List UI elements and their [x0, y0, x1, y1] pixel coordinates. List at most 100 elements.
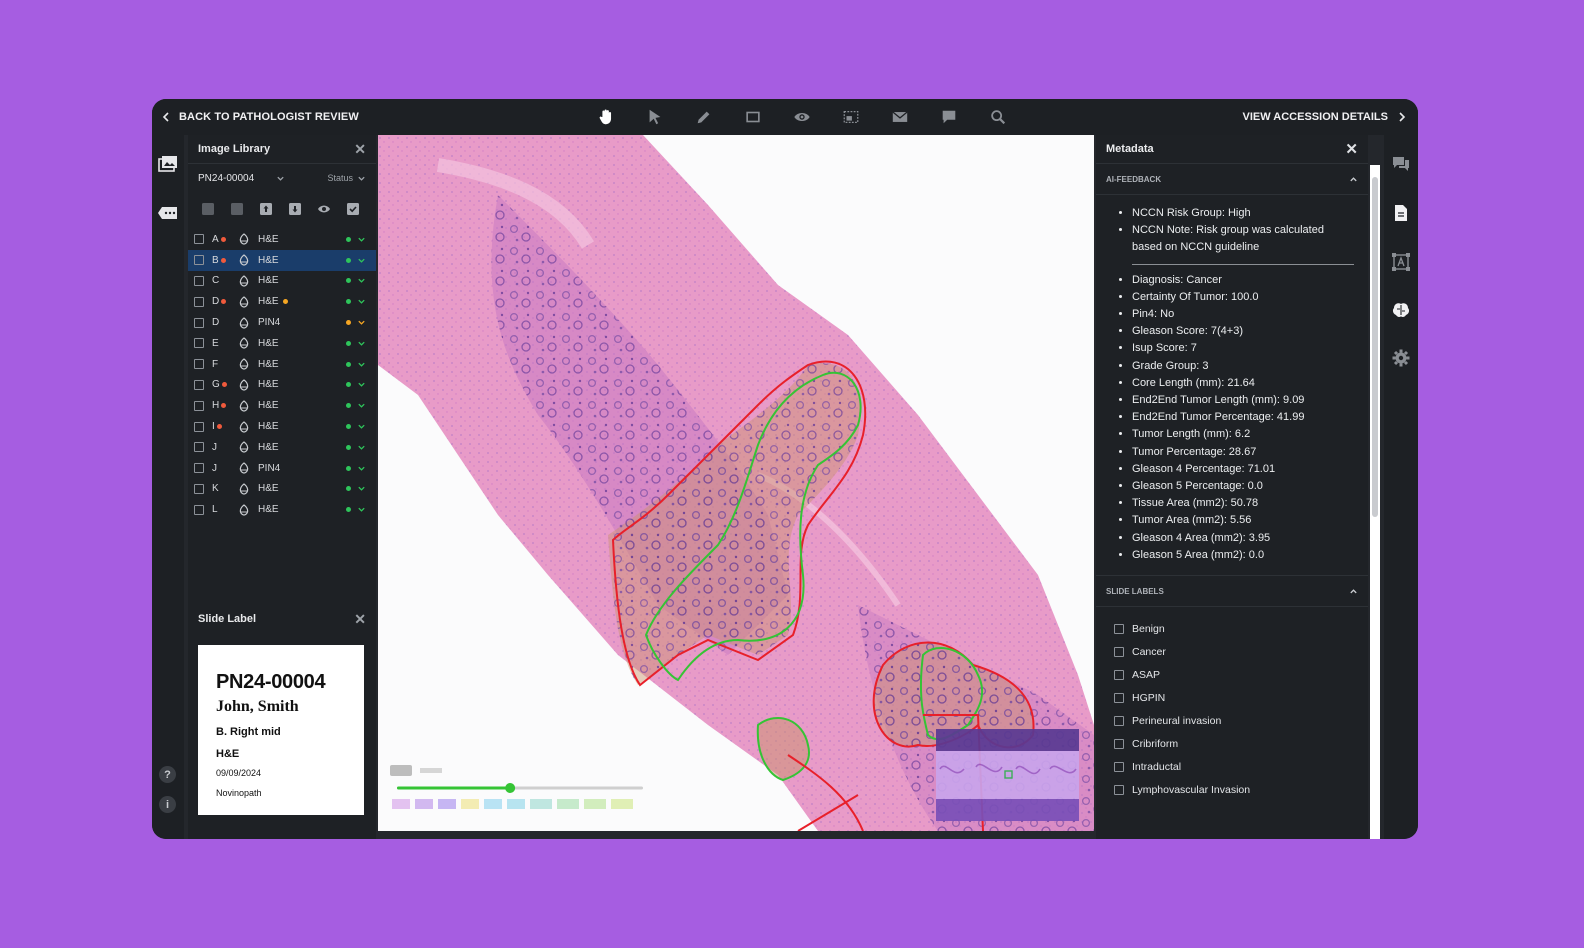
settings-toggle[interactable] [1390, 347, 1412, 369]
label-checkbox[interactable] [1114, 623, 1124, 634]
row-status[interactable] [346, 443, 366, 452]
info-button[interactable]: i [159, 796, 176, 813]
download-button[interactable] [287, 201, 303, 217]
metadata-toggle[interactable] [1390, 202, 1412, 224]
label-checkbox[interactable] [1114, 715, 1124, 726]
minimap[interactable] [936, 729, 1079, 821]
annotation-toggle[interactable] [1390, 251, 1412, 273]
row-checkbox[interactable] [194, 442, 204, 453]
row-checkbox[interactable] [194, 483, 204, 494]
row-checkbox[interactable] [194, 275, 204, 286]
comments-toggle[interactable] [1390, 153, 1412, 175]
slide-row[interactable]: D PIN4 [188, 312, 376, 333]
zoom-preset[interactable] [611, 799, 633, 809]
slide-label-option[interactable]: Benign [1114, 617, 1368, 640]
row-checkbox[interactable] [194, 421, 204, 432]
ai-feedback-section-header[interactable]: AI-FEEDBACK [1096, 164, 1368, 195]
region-tool[interactable] [837, 104, 864, 131]
slide-viewer[interactable] [378, 135, 1094, 831]
close-icon[interactable]: ✕ [354, 611, 366, 628]
slide-row[interactable]: J PIN4 [188, 458, 376, 479]
slide-label-option[interactable]: Cancer [1114, 640, 1368, 663]
row-status[interactable] [346, 401, 366, 410]
slide-label-option[interactable]: Intraductal [1114, 755, 1368, 778]
slide-labels-section-header[interactable]: SLIDE LABELS [1096, 575, 1368, 608]
row-status[interactable] [346, 339, 366, 348]
slide-row[interactable]: E H&E [188, 333, 376, 354]
zoom-preset[interactable] [484, 799, 502, 809]
zoom-preset[interactable] [507, 799, 525, 809]
slide-row[interactable]: C H&E [188, 271, 376, 292]
zoom-preset[interactable] [392, 799, 410, 809]
row-status[interactable] [346, 505, 366, 514]
slide-label-option[interactable]: Perineural invasion [1114, 709, 1368, 732]
row-checkbox[interactable] [194, 463, 204, 474]
help-button[interactable]: ? [159, 766, 176, 783]
row-status[interactable] [346, 422, 366, 431]
label-checkbox[interactable] [1114, 669, 1124, 680]
label-checkbox[interactable] [1114, 784, 1124, 795]
zoom-search-tool[interactable] [984, 104, 1011, 131]
expand-all-button[interactable] [229, 201, 245, 217]
scrollbar-thumb[interactable] [1372, 177, 1378, 517]
label-checkbox[interactable] [1114, 692, 1124, 703]
collapse-all-button[interactable] [200, 201, 216, 217]
slide-row[interactable]: L H&E [188, 499, 376, 520]
zoom-preset[interactable] [584, 799, 606, 809]
slide-row[interactable]: H H&E [188, 395, 376, 416]
select-all-button[interactable] [345, 201, 361, 217]
mail-tool[interactable] [886, 104, 913, 131]
back-to-review-link[interactable]: BACK TO PATHOLOGIST REVIEW [162, 99, 359, 135]
rectangle-tool[interactable] [739, 104, 766, 131]
row-checkbox[interactable] [194, 317, 204, 328]
zoom-preset[interactable] [557, 799, 579, 809]
row-status[interactable] [346, 464, 366, 473]
row-checkbox[interactable] [194, 504, 204, 515]
row-status[interactable] [346, 276, 366, 285]
close-icon[interactable]: ✕ [1345, 140, 1358, 158]
slide-row[interactable]: B H&E [188, 249, 376, 271]
row-checkbox[interactable] [194, 338, 204, 349]
row-status[interactable] [346, 297, 366, 306]
row-status[interactable] [346, 235, 366, 244]
row-status[interactable] [346, 256, 366, 265]
slide-label-option[interactable]: ASAP [1114, 663, 1368, 686]
select-tool[interactable] [641, 104, 668, 131]
row-checkbox[interactable] [194, 379, 204, 390]
row-checkbox[interactable] [194, 359, 204, 370]
draw-tool[interactable] [690, 104, 717, 131]
hand-tool[interactable] [592, 104, 619, 131]
zoom-preset[interactable] [530, 799, 552, 809]
toggle-visibility-button[interactable] [316, 201, 332, 217]
slide-label-toggle[interactable] [157, 202, 179, 224]
zoom-slider[interactable] [397, 782, 643, 794]
image-library-toggle[interactable] [157, 153, 179, 175]
row-status[interactable] [346, 318, 366, 327]
slide-row[interactable]: G H&E [188, 375, 376, 396]
metadata-scrollbar[interactable] [1370, 165, 1380, 839]
slide-row[interactable]: I H&E [188, 416, 376, 437]
view-accession-details-link[interactable]: VIEW ACCESSION DETAILS [1243, 99, 1406, 135]
slide-label-option[interactable]: Cribriform [1114, 732, 1368, 755]
zoom-preset[interactable] [415, 799, 433, 809]
label-checkbox[interactable] [1114, 761, 1124, 772]
comment-tool[interactable] [935, 104, 962, 131]
slide-label-option[interactable]: Lymphovascular Invasion [1114, 778, 1368, 801]
row-checkbox[interactable] [194, 400, 204, 411]
slide-row[interactable]: D H&E [188, 291, 376, 312]
slide-row[interactable]: A H&E [188, 229, 376, 250]
label-checkbox[interactable] [1114, 738, 1124, 749]
upload-button[interactable] [258, 201, 274, 217]
slide-row[interactable]: F H&E [188, 354, 376, 375]
row-status[interactable] [346, 380, 366, 389]
row-checkbox[interactable] [194, 296, 204, 307]
close-icon[interactable]: ✕ [354, 141, 366, 158]
ai-toggle[interactable] [1390, 299, 1412, 321]
row-checkbox[interactable] [194, 234, 204, 245]
accession-select[interactable]: PN24-00004 [198, 173, 285, 184]
slide-label-option[interactable]: HGPIN [1114, 686, 1368, 709]
row-checkbox[interactable] [194, 255, 204, 266]
row-status[interactable] [346, 484, 366, 493]
slide-row[interactable]: J H&E [188, 437, 376, 458]
zoom-preset[interactable] [438, 799, 456, 809]
